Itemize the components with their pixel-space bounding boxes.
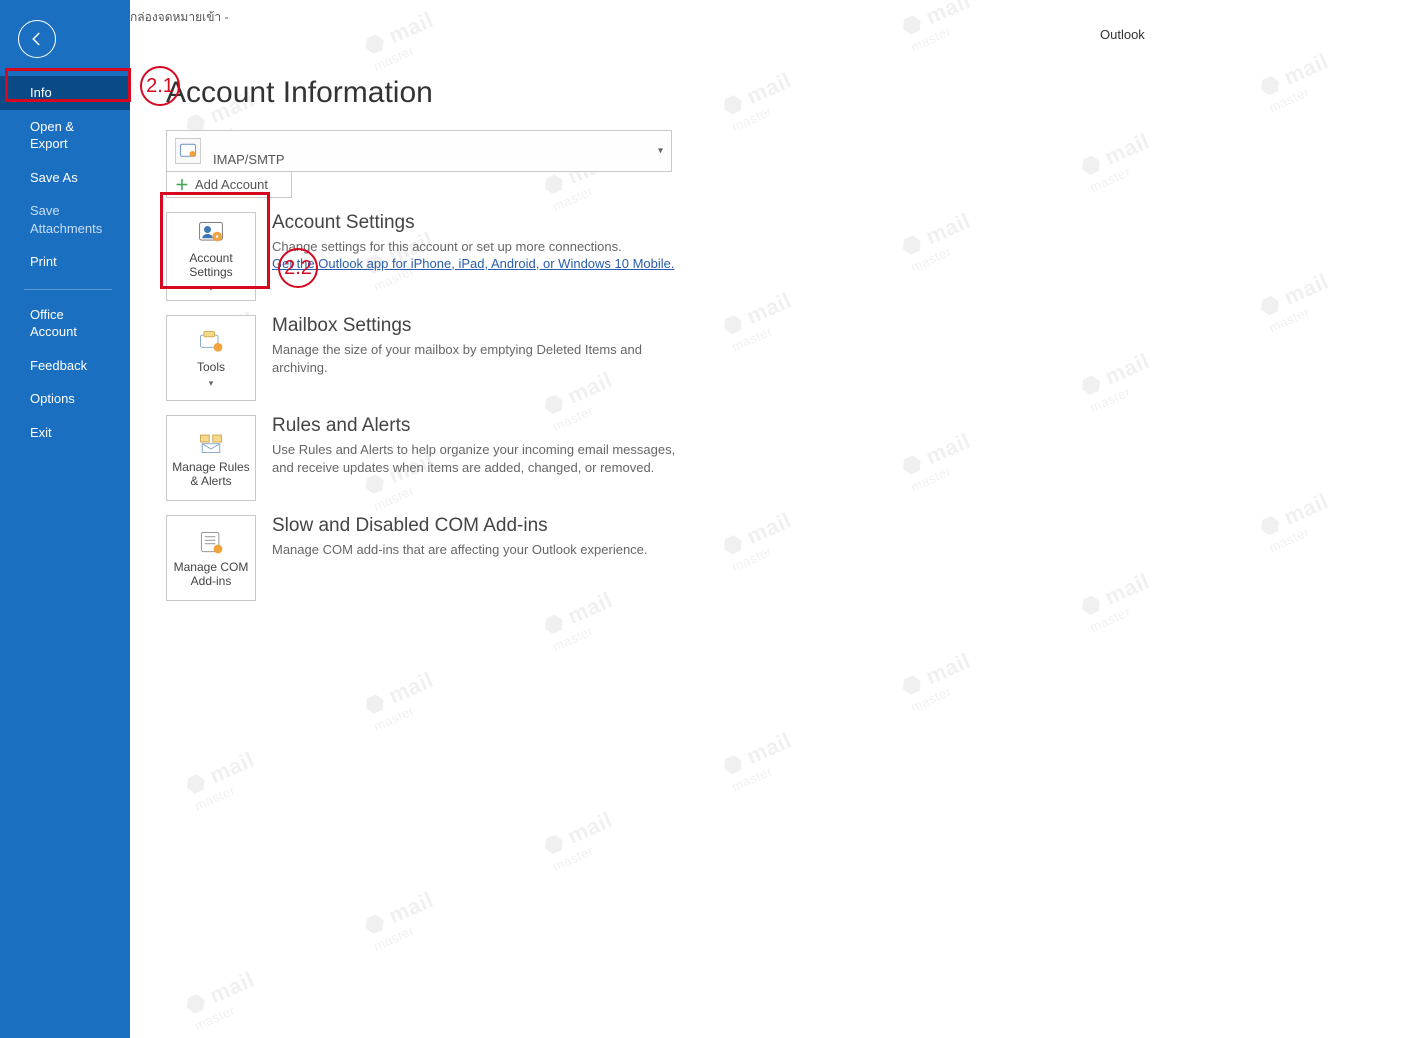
account-dropdown[interactable]: IMAP/SMTP ▾ — [166, 130, 672, 172]
sidebar-item-info[interactable]: Info — [0, 76, 130, 110]
add-account-label: Add Account — [195, 177, 268, 192]
account-settings-icon — [197, 219, 225, 247]
add-account-button[interactable]: ＋ Add Account — [166, 172, 292, 198]
section-title-mailbox-settings: Mailbox Settings — [272, 315, 692, 337]
sidebar-item-feedback[interactable]: Feedback — [0, 349, 130, 383]
tile-label: Manage COM Add-ins — [169, 560, 253, 588]
manage-com-addins-button[interactable]: Manage COM Add-ins — [166, 515, 256, 601]
tools-button[interactable]: Tools ▾ — [166, 315, 256, 401]
outlook-app-link[interactable]: Get the Outlook app for iPhone, iPad, An… — [272, 256, 675, 271]
chevron-down-icon: ▾ — [209, 283, 214, 294]
backstage-sidebar: Info Open & Export Save As Save Attachme… — [0, 0, 130, 1038]
chevron-down-icon: ▾ — [658, 146, 663, 157]
tile-label: Manage Rules & Alerts — [169, 460, 253, 488]
tools-icon — [197, 328, 225, 356]
section-title-rules-alerts: Rules and Alerts — [272, 415, 692, 437]
sidebar-separator — [24, 289, 112, 290]
sidebar-item-save-as[interactable]: Save As — [0, 161, 130, 195]
sidebar-item-office-account[interactable]: Office Account — [0, 298, 130, 349]
sidebar-item-open-export[interactable]: Open & Export — [0, 110, 130, 161]
account-protocol-label: IMAP/SMTP — [213, 152, 285, 167]
chevron-down-icon: ▾ — [209, 378, 214, 389]
page-title: Account Information — [166, 76, 1416, 110]
titlebar-center-text: กล่องจดหมายเข้า - — [130, 8, 1416, 27]
sidebar-item-exit[interactable]: Exit — [0, 416, 130, 450]
sidebar-item-save-attachments[interactable]: Save Attachments — [0, 194, 130, 245]
section-desc: Manage COM add-ins that are affecting yo… — [272, 541, 648, 559]
section-desc: Change settings for this account or set … — [272, 238, 675, 256]
sidebar-item-print[interactable]: Print — [0, 245, 130, 279]
rules-alerts-icon — [197, 428, 225, 456]
plus-icon: ＋ — [175, 175, 189, 195]
section-desc: Manage the size of your mailbox by empty… — [272, 341, 692, 376]
section-desc: Use Rules and Alerts to help organize yo… — [272, 441, 692, 476]
section-title-account-settings: Account Settings — [272, 212, 675, 234]
back-button[interactable] — [18, 20, 56, 58]
com-addins-icon — [197, 528, 225, 556]
manage-rules-button[interactable]: Manage Rules & Alerts — [166, 415, 256, 501]
tile-label: Account Settings — [169, 251, 253, 279]
account-icon — [175, 138, 201, 164]
section-title-com-addins: Slow and Disabled COM Add-ins — [272, 515, 648, 537]
arrow-left-icon — [28, 30, 46, 48]
main-panel: ⬣ mailmaster ⬣ mailmaster ⬣ mailmaster ⬣… — [130, 0, 1416, 1038]
tile-label: Tools — [197, 360, 225, 374]
titlebar-app-name: Outlook — [1100, 27, 1416, 42]
account-settings-button[interactable]: Account Settings ▾ — [166, 212, 256, 301]
sidebar-item-options[interactable]: Options — [0, 382, 130, 416]
